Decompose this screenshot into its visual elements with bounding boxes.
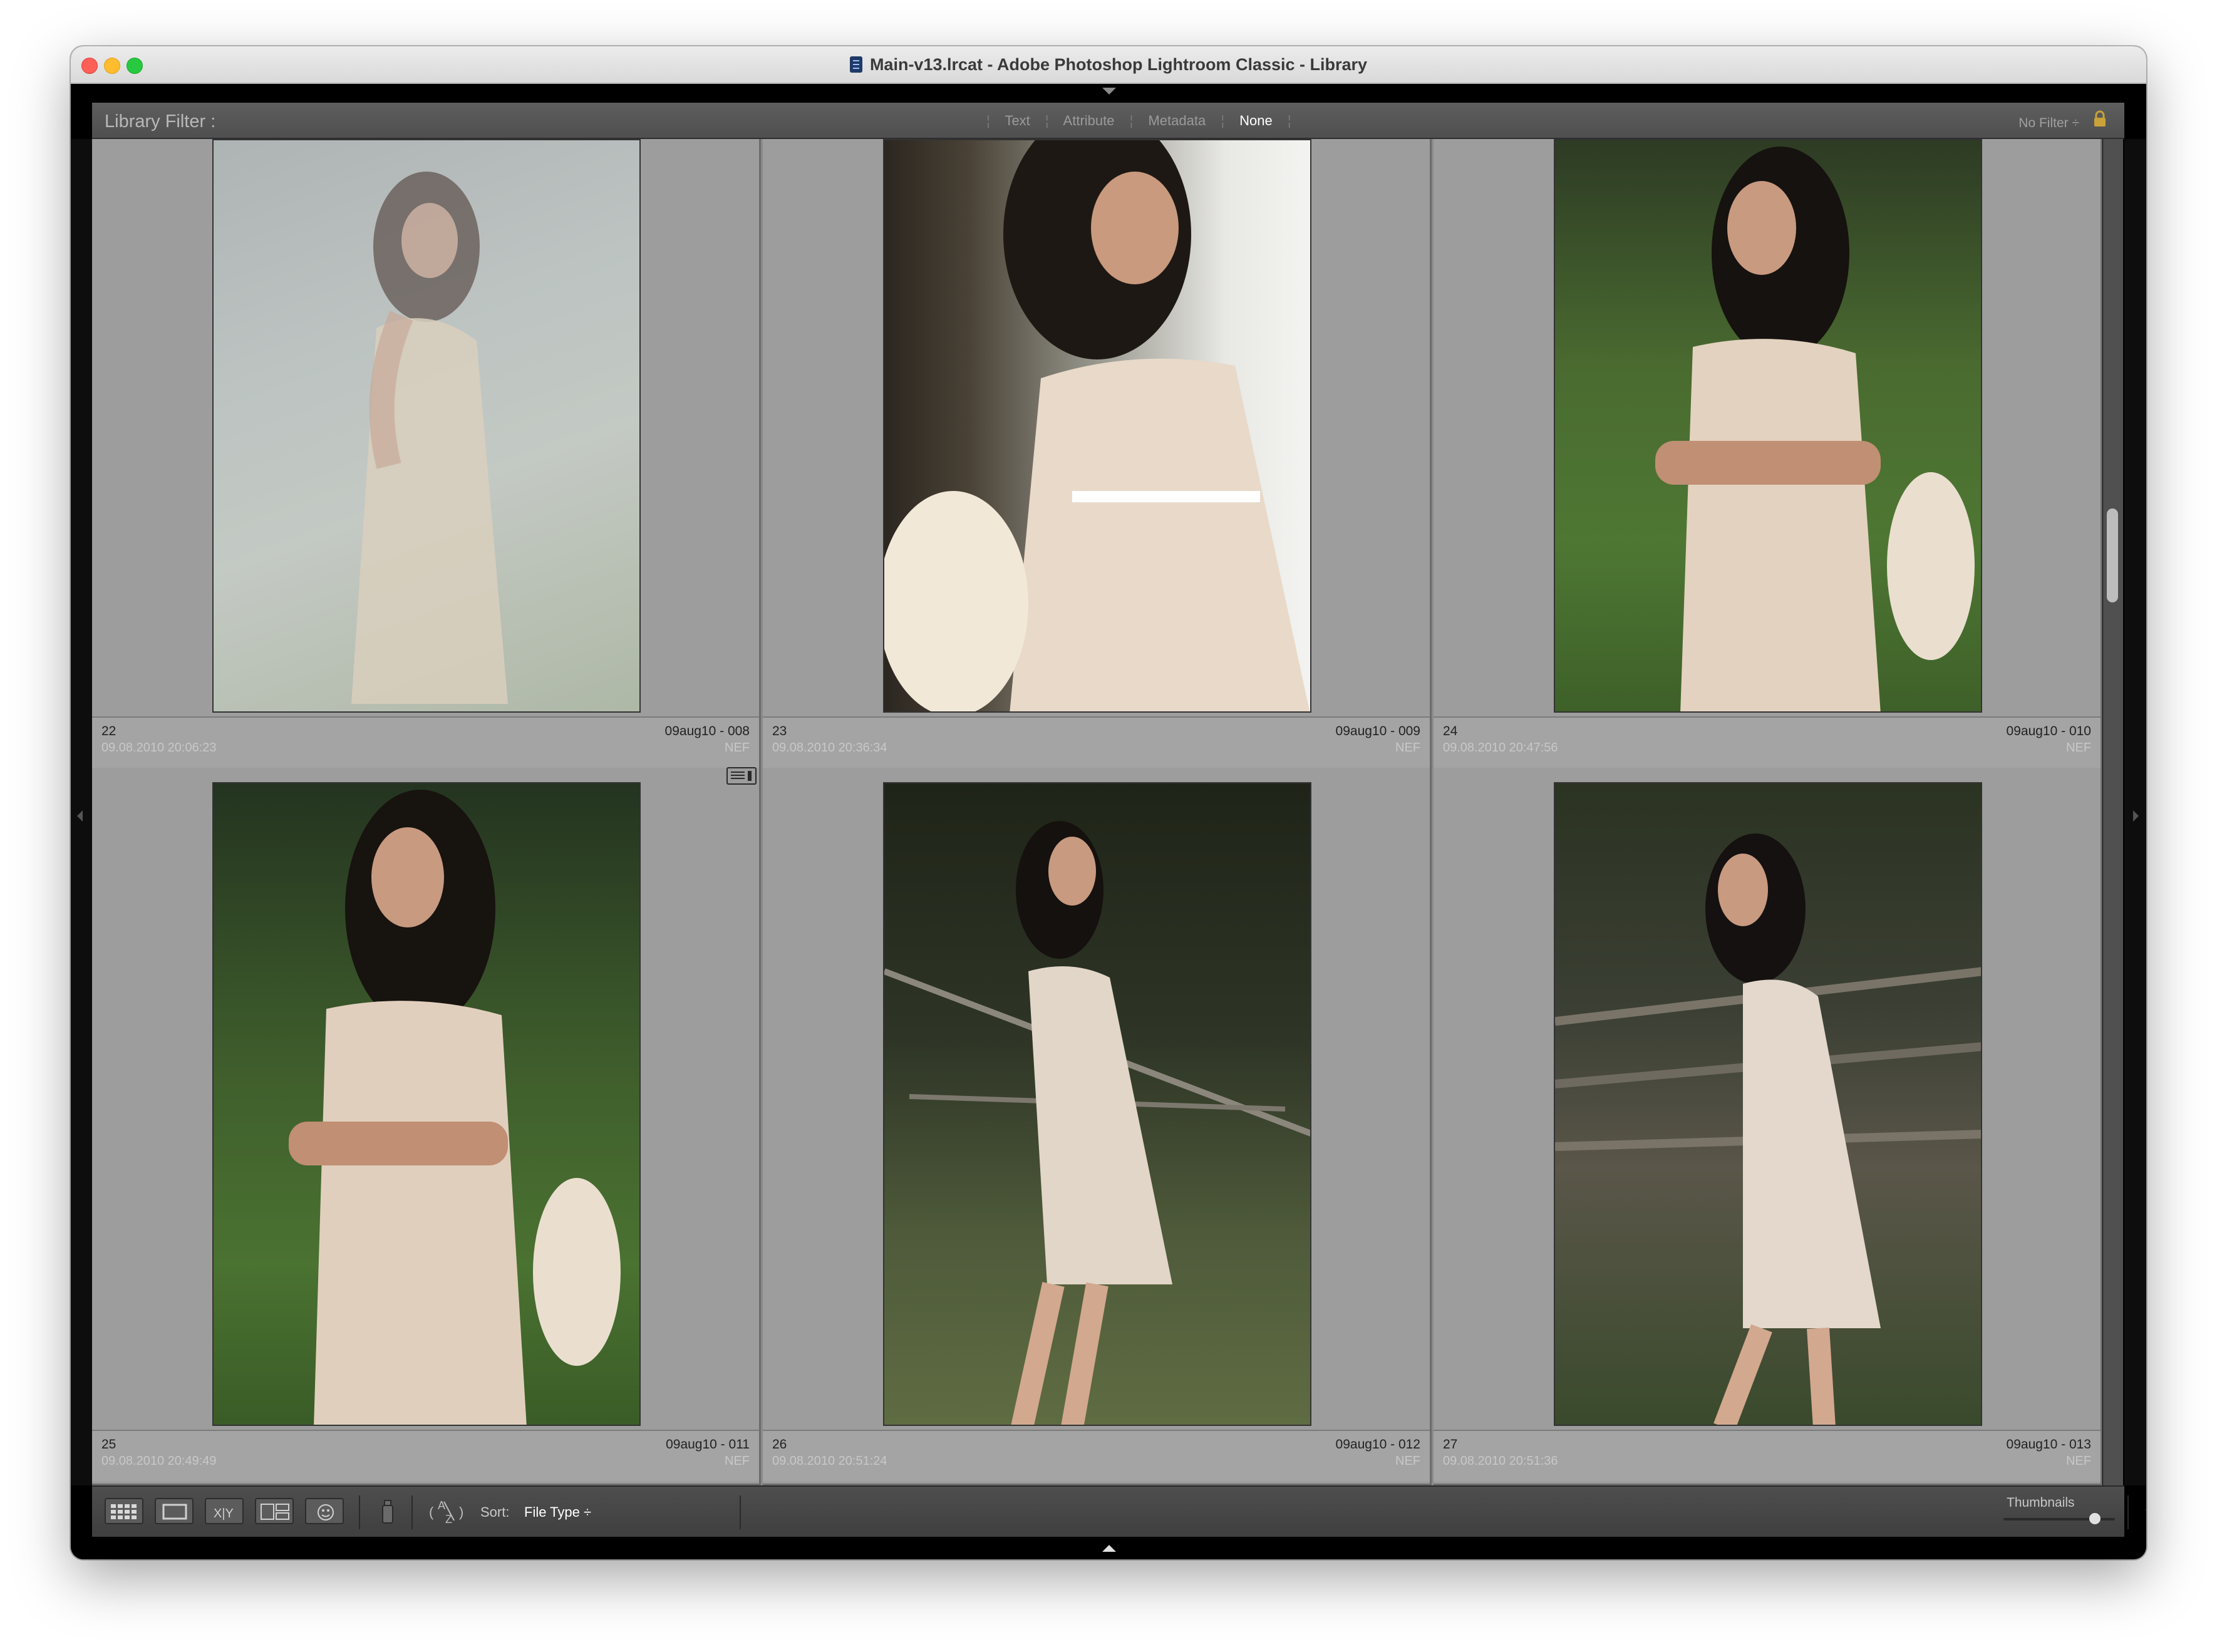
people-view-button[interactable] (305, 1498, 344, 1524)
catalog-document-icon (849, 56, 862, 73)
svg-text:): ) (459, 1504, 463, 1520)
app-window: Main-v13.lrcat - Adobe Photoshop Lightro… (71, 46, 2146, 1559)
top-panel-toggle-icon[interactable] (1102, 88, 1116, 95)
loupe-view-icon (162, 1504, 187, 1520)
right-panel-toggle-icon[interactable] (2133, 810, 2139, 822)
survey-view-icon (261, 1504, 289, 1520)
grid-view-icon (111, 1504, 137, 1519)
filter-tab-metadata[interactable]: Metadata (1148, 113, 1206, 128)
photo-thumbnail[interactable] (1554, 782, 1982, 1426)
photo-file-type: NEF (2066, 1454, 2091, 1468)
photo-filename: 09aug10 - 010 (2006, 724, 2091, 738)
photo-filename: 09aug10 - 013 (2006, 1437, 2091, 1452)
photo-index: 25 (101, 1437, 116, 1452)
svg-text:(: ( (429, 1504, 434, 1520)
photo-capture-date: 09.08.2010 20:47:56 (1443, 741, 1558, 755)
photo-thumbnail[interactable] (883, 782, 1311, 1426)
grid-cell[interactable]: 23 09aug10 - 009 09.08.2010 20:36:34 NEF (763, 139, 1432, 855)
photo-file-type: NEF (725, 1454, 750, 1468)
sort-select[interactable]: File Type ÷ (524, 1504, 591, 1520)
toolbar-divider (2127, 1495, 2129, 1529)
photo-file-type: NEF (2066, 741, 2091, 755)
library-toolbar: X|Y ( A Z ) Sort: File Type ÷ Thumbnails (92, 1485, 2129, 1537)
photo-capture-date: 09.08.2010 20:49:49 (101, 1454, 217, 1468)
photo-filename: 09aug10 - 009 (1335, 724, 1420, 738)
photo-thumbnail[interactable] (1554, 139, 1982, 713)
photo-index: 27 (1443, 1437, 1458, 1452)
library-filter-label: Library Filter : (105, 111, 216, 132)
photo-filename: 09aug10 - 012 (1335, 1437, 1420, 1452)
photo-index: 23 (772, 724, 787, 738)
toolbar-divider (411, 1495, 413, 1529)
svg-text:X|Y: X|Y (214, 1507, 234, 1520)
photo-metadata: 26 09aug10 - 012 09.08.2010 20:51:24 NEF (763, 1430, 1430, 1481)
grid-scrollbar[interactable] (2103, 139, 2123, 1485)
filmstrip-toggle-icon[interactable] (1102, 1545, 1116, 1552)
filter-tab-none[interactable]: None (1239, 113, 1273, 128)
grid-cell[interactable]: 24 09aug10 - 010 09.08.2010 20:47:56 NEF (1434, 139, 2102, 855)
photo-filename: 09aug10 - 008 (664, 724, 750, 738)
photo-filename: 09aug10 - 011 (666, 1437, 750, 1452)
grid-view-button[interactable] (105, 1498, 143, 1524)
sort-label: Sort: (480, 1504, 510, 1520)
photo-metadata: 23 09aug10 - 009 09.08.2010 20:36:34 NEF (763, 716, 1430, 768)
svg-text:A: A (438, 1499, 445, 1512)
compare-view-button[interactable]: X|Y (205, 1498, 244, 1524)
filter-tab-attribute[interactable]: Attribute (1063, 113, 1115, 128)
photo-thumbnail[interactable] (212, 782, 641, 1426)
toolbar-divider (359, 1495, 360, 1529)
filter-preset-select[interactable]: No Filter ÷ (2018, 116, 2079, 131)
lock-icon[interactable] (2093, 110, 2107, 128)
photo-capture-date: 09.08.2010 20:36:34 (772, 741, 887, 755)
title-bar: Main-v13.lrcat - Adobe Photoshop Lightro… (71, 46, 2146, 84)
left-panel-toggle-icon[interactable] (77, 810, 83, 822)
photo-metadata: 27 09aug10 - 013 09.08.2010 20:51:36 NEF (1434, 1430, 2101, 1481)
toolbar-divider (740, 1495, 741, 1529)
window-title: Main-v13.lrcat - Adobe Photoshop Lightro… (869, 55, 1368, 74)
window-title-area: Main-v13.lrcat - Adobe Photoshop Lightro… (71, 55, 2146, 75)
survey-view-button[interactable] (255, 1498, 294, 1524)
photo-file-type: NEF (1395, 1454, 1420, 1468)
photo-metadata: 22 09aug10 - 008 09.08.2010 20:06:23 NEF (92, 716, 759, 768)
library-filter-bar: Library Filter : ¦ Text ¦ Attribute ¦ Me… (92, 103, 2124, 139)
photo-index: 26 (772, 1437, 787, 1452)
scrollbar-thumb[interactable] (2107, 509, 2118, 602)
photo-capture-date: 09.08.2010 20:51:24 (772, 1454, 887, 1468)
metadata-badge-icon[interactable] (726, 767, 757, 785)
sort-direction-icon[interactable]: ( A Z ) (426, 1495, 470, 1527)
photo-file-type: NEF (725, 741, 750, 755)
photo-capture-date: 09.08.2010 20:06:23 (101, 741, 217, 755)
compare-view-icon: X|Y (214, 1507, 234, 1520)
thumbnails-size-slider-knob[interactable] (2089, 1513, 2101, 1524)
loupe-view-button[interactable] (155, 1498, 194, 1524)
grid-cell[interactable]: 25 09aug10 - 011 09.08.2010 20:49:49 NEF (92, 767, 761, 1485)
photo-thumbnail[interactable] (883, 139, 1311, 713)
grid-cell[interactable]: 26 09aug10 - 012 09.08.2010 20:51:24 NEF (763, 770, 1432, 1485)
thumbnail-grid: 22 09aug10 - 008 09.08.2010 20:06:23 NEF… (92, 139, 2102, 1485)
grid-cell[interactable]: 27 09aug10 - 013 09.08.2010 20:51:36 NEF (1434, 770, 2102, 1485)
photo-capture-date: 09.08.2010 20:51:36 (1443, 1454, 1558, 1468)
photo-metadata: 25 09aug10 - 011 09.08.2010 20:49:49 NEF (92, 1430, 759, 1481)
photo-thumbnail[interactable] (212, 139, 641, 713)
photo-metadata: 24 09aug10 - 010 09.08.2010 20:47:56 NEF (1434, 716, 2101, 768)
photo-index: 24 (1443, 724, 1458, 738)
photo-file-type: NEF (1395, 741, 1420, 755)
filter-tab-text[interactable]: Text (1005, 113, 1030, 128)
thumbnails-size-label: Thumbnails (2007, 1495, 2075, 1510)
grid-cell[interactable]: 22 09aug10 - 008 09.08.2010 20:06:23 NEF (92, 139, 761, 855)
face-icon (318, 1504, 334, 1520)
photo-index: 22 (101, 724, 116, 738)
painter-spray-icon[interactable] (376, 1498, 399, 1526)
filter-tabs: ¦ Text ¦ Attribute ¦ Metadata ¦ None ¦ (986, 113, 1291, 128)
